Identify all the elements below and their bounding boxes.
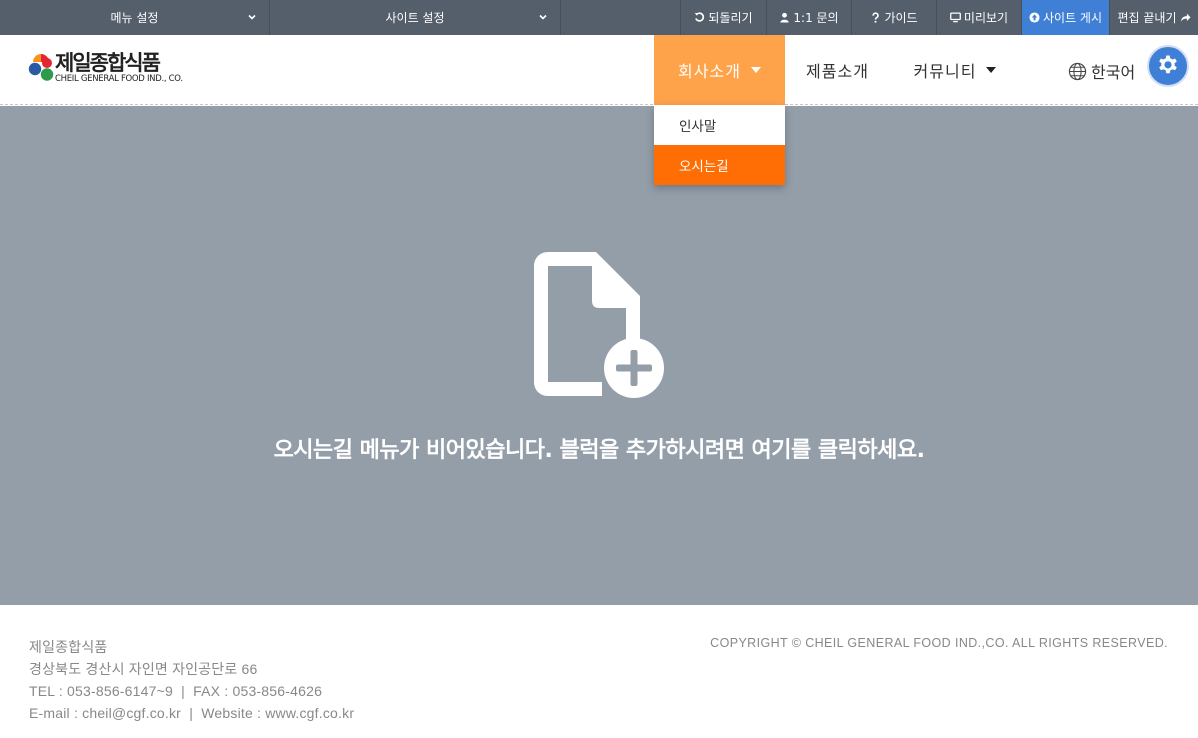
empty-menu-message: 오시는길 메뉴가 비어있습니다. 블럭을 추가하시려면 여기를 클릭하세요. [273,438,925,463]
admin-bar-spacer [561,0,681,35]
preview-label: 미리보기 [963,11,1009,25]
footer-copyright: COPYRIGHT © CHEIL GENERAL FOOD IND.,CO. … [710,636,1168,650]
caret-down-icon [986,67,997,73]
nav-item-community[interactable]: 커뮤니티 [890,35,1020,105]
logo-text: 제일종합식품 CHEIL GENERAL FOOD IND., CO. [55,50,183,84]
logo-mark-icon [28,54,54,81]
chevron-down-icon [539,14,547,20]
nav-item-label: 커뮤니티 [913,62,977,81]
monitor-icon [949,12,961,23]
undo-icon [695,12,705,22]
footer-company-info: 제일종합식품 경상북도 경산시 자인면 자인공단로 66 TEL : 053-8… [29,636,354,724]
footer-tel-fax: TEL : 053-856-6147~9 | FAX : 053-856-462… [29,683,323,699]
logo-english-name: CHEIL GENERAL FOOD IND., CO. [55,73,183,84]
inquiry-button[interactable]: 1:1 문의 [767,0,852,35]
undo-label: 되돌리기 [708,11,753,25]
dropdown-item-label: 오시는길 [679,159,729,175]
guide-label: 가이드 [884,11,918,25]
language-label: 한국어 [1091,63,1136,82]
nav-item-label: 제품소개 [806,62,869,81]
company-dropdown-menu: 인사말 오시는길 [654,105,785,185]
nav-item-label: 회사소개 [678,62,741,81]
undo-button[interactable]: 되돌리기 [681,0,767,35]
user-icon [780,12,790,23]
question-icon [872,12,880,23]
site-footer: 제일종합식품 경상북도 경산시 자인면 자인공단로 66 TEL : 053-8… [0,605,1198,738]
admin-toolbar: 메뉴 설정 사이트 설정 되돌리기 1:1 문의 가이드 미리보기 사이트 게시… [0,0,1198,35]
site-settings-select[interactable]: 사이트 설정 [270,0,561,35]
footer-address: 경상북도 경산시 자인면 자인공단로 66 [29,661,258,677]
globe-icon [1068,62,1087,80]
dropdown-item-directions[interactable]: 오시는길 [654,145,785,185]
footer-company-name: 제일종합식품 [29,639,108,655]
caret-down-icon [750,67,761,73]
empty-block-area[interactable]: 오시는길 메뉴가 비어있습니다. 블럭을 추가하시려면 여기를 클릭하세요. [0,106,1198,605]
chevron-down-icon [248,14,256,20]
inquiry-label: 1:1 문의 [793,11,839,25]
menu-settings-label: 메뉴 설정 [110,11,159,25]
gear-icon [1159,55,1177,74]
settings-button[interactable] [1147,45,1189,87]
share-arrow-icon [1180,13,1191,22]
main-navigation: 회사소개 제품소개 커뮤니티 [654,35,1020,105]
site-settings-label: 사이트 설정 [385,11,445,25]
menu-settings-select[interactable]: 메뉴 설정 [0,0,270,35]
site-logo[interactable]: 제일종합식품 CHEIL GENERAL FOOD IND., CO. [28,52,183,84]
nav-item-company[interactable]: 회사소개 [654,35,785,105]
language-selector[interactable]: 한국어 [1068,59,1135,83]
dropdown-item-greeting[interactable]: 인사말 [654,105,785,145]
publish-site-button[interactable]: 사이트 게시 [1022,0,1110,35]
logo-korean-name: 제일종합식품 [55,50,161,75]
preview-button[interactable]: 미리보기 [937,0,1022,35]
footer-email-website: E-mail : cheil@cgf.co.kr | Website : www… [29,705,355,721]
nav-item-products[interactable]: 제품소개 [785,35,890,105]
dropdown-item-label: 인사말 [679,119,717,135]
finish-edit-button[interactable]: 편집 끝내기 [1110,0,1198,35]
publish-site-label: 사이트 게시 [1042,11,1102,25]
site-header: 제일종합식품 CHEIL GENERAL FOOD IND., CO. 회사소개… [0,35,1198,105]
guide-button[interactable]: 가이드 [852,0,937,35]
upload-circle-icon [1029,12,1040,23]
finish-edit-label: 편집 끝내기 [1117,11,1177,25]
file-add-icon [534,252,664,398]
